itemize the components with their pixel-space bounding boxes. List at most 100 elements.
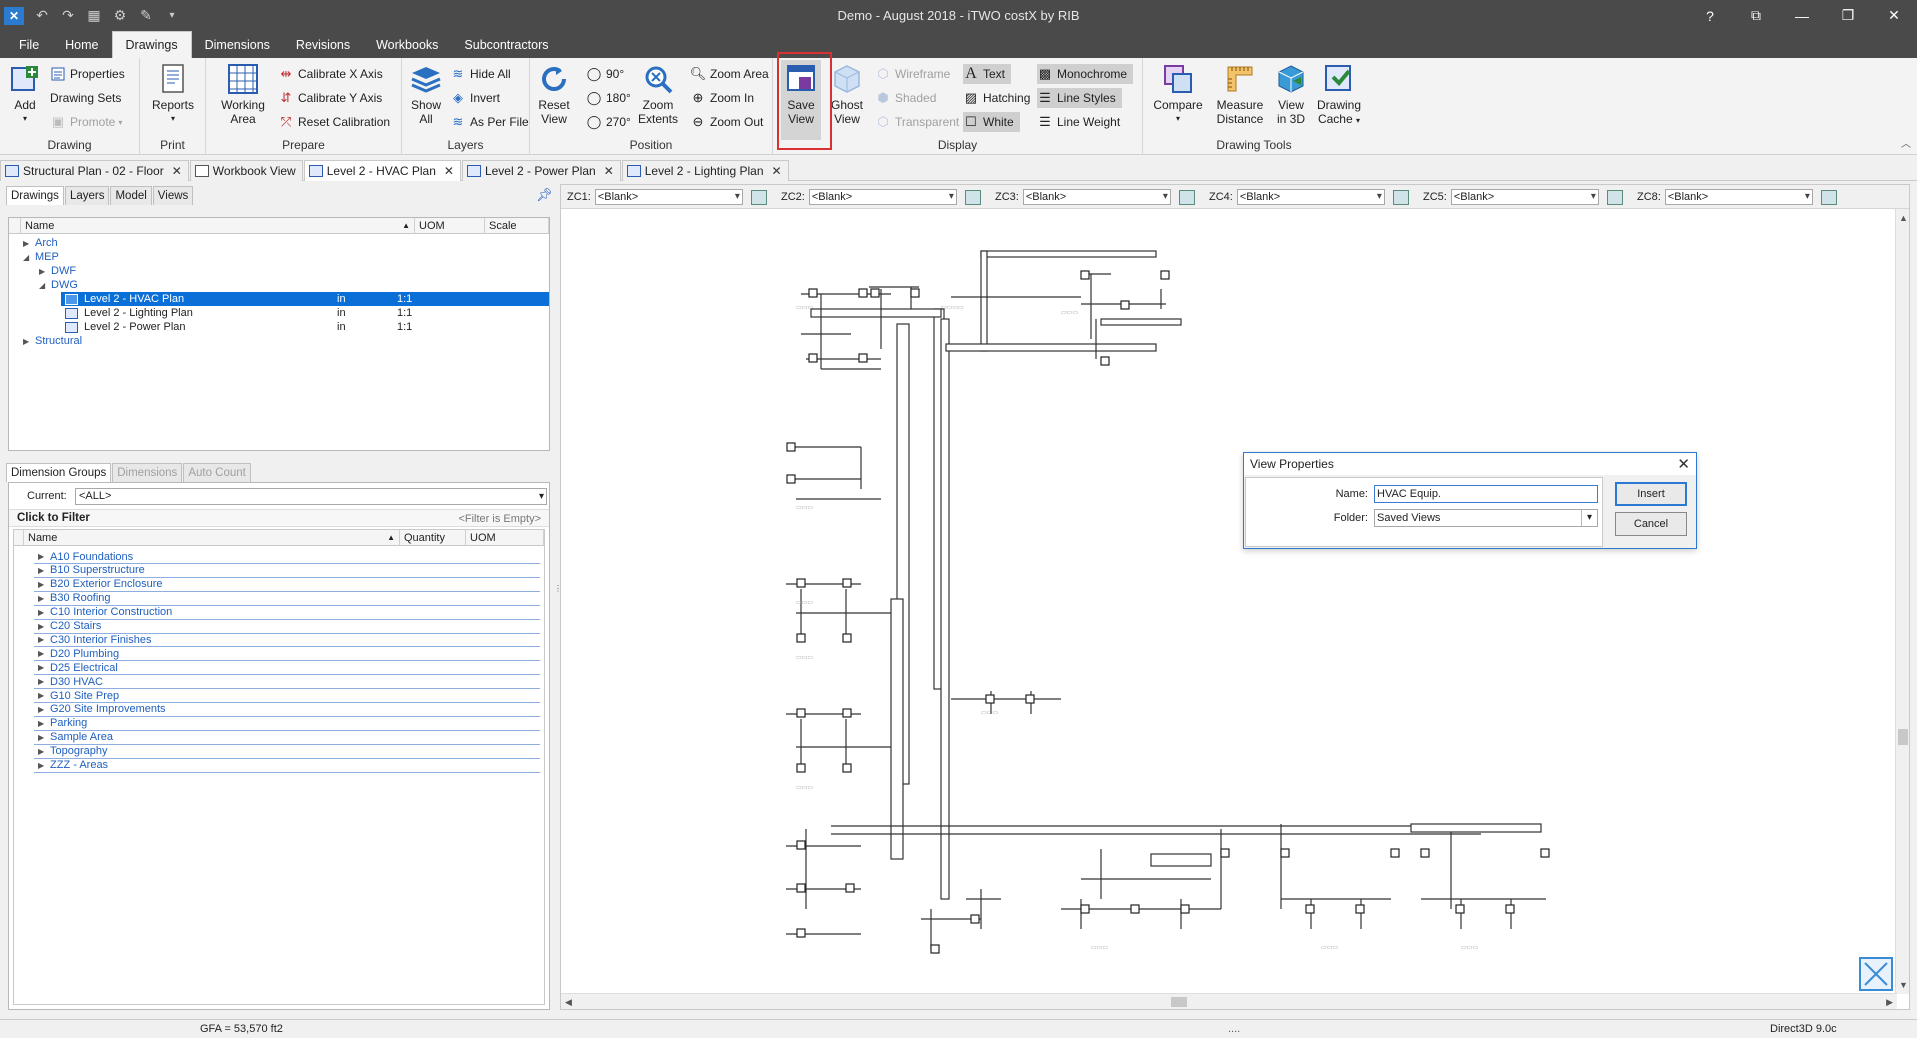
- dimension-group-row[interactable]: ▶ C20 Stairs: [34, 620, 540, 634]
- tab-dimensions-list[interactable]: Dimensions: [112, 463, 183, 482]
- rotate-90-button[interactable]: ◯ 90°: [586, 64, 624, 84]
- view-in-3d-button[interactable]: View in 3D: [1271, 62, 1311, 126]
- zoom-in-button[interactable]: ⊕ Zoom In: [690, 88, 754, 108]
- tab-drawings-panel[interactable]: Drawings: [6, 186, 64, 205]
- zone-code-8[interactable]: ZC8: <Blank>: [1637, 189, 1837, 205]
- tree-drawing[interactable]: Level 2 - HVAC Plan in 1:1: [61, 292, 549, 306]
- scroll-down-icon[interactable]: ▼: [1899, 980, 1908, 990]
- dimension-group-row[interactable]: ▶ Topography: [34, 745, 540, 759]
- expander-icon[interactable]: ▶: [38, 719, 44, 728]
- tab-dimension-groups[interactable]: Dimension Groups: [6, 463, 112, 482]
- line-styles-toggle[interactable]: ☰ Line Styles: [1037, 88, 1122, 108]
- shaded-button[interactable]: ⬢ Shaded: [875, 88, 936, 108]
- reports-button[interactable]: Reports ▾: [150, 62, 196, 126]
- expander-icon[interactable]: ▶: [38, 747, 44, 756]
- hatching-toggle[interactable]: ▨ Hatching: [963, 88, 1031, 108]
- calibrate-y-button[interactable]: ⇵ Calibrate Y Axis: [278, 88, 383, 108]
- drawing-cache-button[interactable]: Drawing Cache ▾: [1315, 62, 1363, 128]
- zone-code-select[interactable]: <Blank>: [808, 189, 957, 205]
- tab-workbooks[interactable]: Workbooks: [363, 31, 451, 58]
- dimension-group-row[interactable]: ▶ B30 Roofing: [34, 592, 540, 606]
- dimension-group-row[interactable]: ▶ A10 Foundations: [34, 550, 540, 564]
- filter-icon[interactable]: [1392, 189, 1409, 205]
- zone-code-4[interactable]: ZC4: <Blank>: [1209, 189, 1409, 205]
- compare-button[interactable]: Compare ▾: [1153, 62, 1203, 126]
- folder-select[interactable]: Saved Views ▾: [1374, 509, 1598, 527]
- tools-icon[interactable]: ✎: [134, 5, 158, 27]
- calibrate-x-button[interactable]: ⇹ Calibrate X Axis: [278, 64, 383, 84]
- monochrome-toggle[interactable]: ▩ Monochrome: [1037, 64, 1134, 84]
- column-group-uom[interactable]: UOM: [466, 530, 544, 545]
- tab-file[interactable]: File: [6, 31, 52, 58]
- expander-icon[interactable]: ▶: [38, 635, 44, 644]
- expander-icon[interactable]: ▶: [38, 733, 44, 742]
- invert-button[interactable]: ◈ Invert: [450, 88, 500, 108]
- expander-icon[interactable]: ▶: [38, 691, 44, 700]
- close-icon[interactable]: ✕: [604, 164, 614, 178]
- expander-icon[interactable]: ▶: [38, 580, 44, 589]
- zone-code-1[interactable]: ZC1: <Blank>: [567, 189, 767, 205]
- filter-bar[interactable]: Click to Filter <Filter is Empty>: [9, 509, 549, 527]
- dimension-group-row[interactable]: ▶ B20 Exterior Enclosure: [34, 578, 540, 592]
- dimension-group-row[interactable]: ▶ B10 Superstructure: [34, 564, 540, 578]
- pin-icon[interactable]: 📌︎: [536, 187, 553, 203]
- text-toggle[interactable]: A Text: [963, 64, 1012, 84]
- zone-code-select[interactable]: <Blank>: [1450, 189, 1599, 205]
- rotate-180-button[interactable]: ◯ 180°: [586, 88, 631, 108]
- tree-folder[interactable]: ◢ MEP: [9, 250, 549, 264]
- doc-tab-lighting-plan[interactable]: Level 2 - Lighting Plan ✕: [621, 160, 789, 181]
- collapse-ribbon-icon[interactable]: ︿: [1901, 135, 1911, 150]
- dimension-group-row[interactable]: ▶ D30 HVAC: [34, 675, 540, 690]
- expander-icon[interactable]: ▶: [38, 649, 44, 658]
- horizontal-scrollbar[interactable]: ◀ ▶: [561, 993, 1897, 1009]
- dimension-group-row[interactable]: ▶ Sample Area: [34, 731, 540, 745]
- reset-view-button[interactable]: Reset View: [536, 62, 572, 126]
- dimension-group-row[interactable]: ▶ G10 Site Prep: [34, 689, 540, 703]
- maximize-button[interactable]: ❐: [1825, 0, 1871, 31]
- filter-icon[interactable]: [1178, 189, 1195, 205]
- measure-distance-button[interactable]: Measure Distance: [1215, 62, 1265, 126]
- transparent-button[interactable]: ⬡ Transparent: [875, 112, 959, 132]
- add-button[interactable]: Add ▾: [6, 62, 44, 126]
- dimension-group-row[interactable]: ▶ ZZZ - Areas: [34, 759, 540, 773]
- column-scale[interactable]: Scale: [485, 218, 549, 233]
- column-uom[interactable]: UOM: [415, 218, 485, 233]
- close-icon[interactable]: ✕: [772, 164, 782, 178]
- dimension-group-row[interactable]: ▶ C30 Interior Finishes: [34, 633, 540, 648]
- tree-folder[interactable]: ▶ Structural: [9, 334, 549, 348]
- horizontal-scroll-thumb[interactable]: [1171, 997, 1187, 1007]
- insert-button[interactable]: Insert: [1615, 482, 1687, 506]
- zone-code-5[interactable]: ZC5: <Blank>: [1423, 189, 1623, 205]
- app-icon[interactable]: ✕: [4, 6, 24, 25]
- zone-code-select[interactable]: <Blank>: [1022, 189, 1171, 205]
- tree-drawing[interactable]: Level 2 - Lighting Plan in 1:1: [9, 306, 549, 320]
- doc-tab-workbook-view[interactable]: Workbook View: [189, 160, 303, 181]
- tree-folder[interactable]: ▶ DWF: [9, 264, 549, 278]
- view-name-input[interactable]: HVAC Equip.: [1374, 485, 1598, 503]
- doc-tab-structural-plan[interactable]: Structural Plan - 02 - Floor ✕: [0, 160, 189, 181]
- filter-icon[interactable]: [964, 189, 981, 205]
- vertical-scroll-thumb[interactable]: [1898, 729, 1908, 745]
- dropdown-icon[interactable]: ▾: [160, 5, 184, 27]
- close-icon[interactable]: ✕: [172, 164, 182, 178]
- expander-icon[interactable]: ▶: [23, 239, 29, 248]
- navigation-cube-icon[interactable]: [1859, 957, 1893, 991]
- show-all-button[interactable]: Show All: [408, 62, 444, 126]
- close-button[interactable]: ✕: [1871, 0, 1917, 31]
- column-name[interactable]: Name ▲: [21, 218, 415, 233]
- tab-auto-count[interactable]: Auto Count: [183, 463, 251, 482]
- tab-layers-panel[interactable]: Layers: [64, 186, 110, 205]
- close-icon[interactable]: ✕: [444, 164, 454, 178]
- expander-icon[interactable]: ▶: [38, 552, 44, 561]
- tab-revisions[interactable]: Revisions: [283, 31, 363, 58]
- tab-subcontractors[interactable]: Subcontractors: [451, 31, 561, 58]
- scroll-right-icon[interactable]: ▶: [1886, 997, 1893, 1008]
- ghost-view-button[interactable]: Ghost View: [827, 62, 867, 126]
- tree-folder[interactable]: ◢ DWG: [9, 278, 549, 292]
- splitter-handle[interactable]: ⋮: [554, 584, 562, 614]
- wireframe-button[interactable]: ⬡ Wireframe: [875, 64, 950, 84]
- drawing-sets-button[interactable]: Drawing Sets: [50, 88, 121, 108]
- expander-icon[interactable]: ▶: [38, 594, 44, 603]
- working-area-button[interactable]: Working Area: [220, 62, 266, 126]
- expander-icon[interactable]: ▶: [38, 608, 44, 617]
